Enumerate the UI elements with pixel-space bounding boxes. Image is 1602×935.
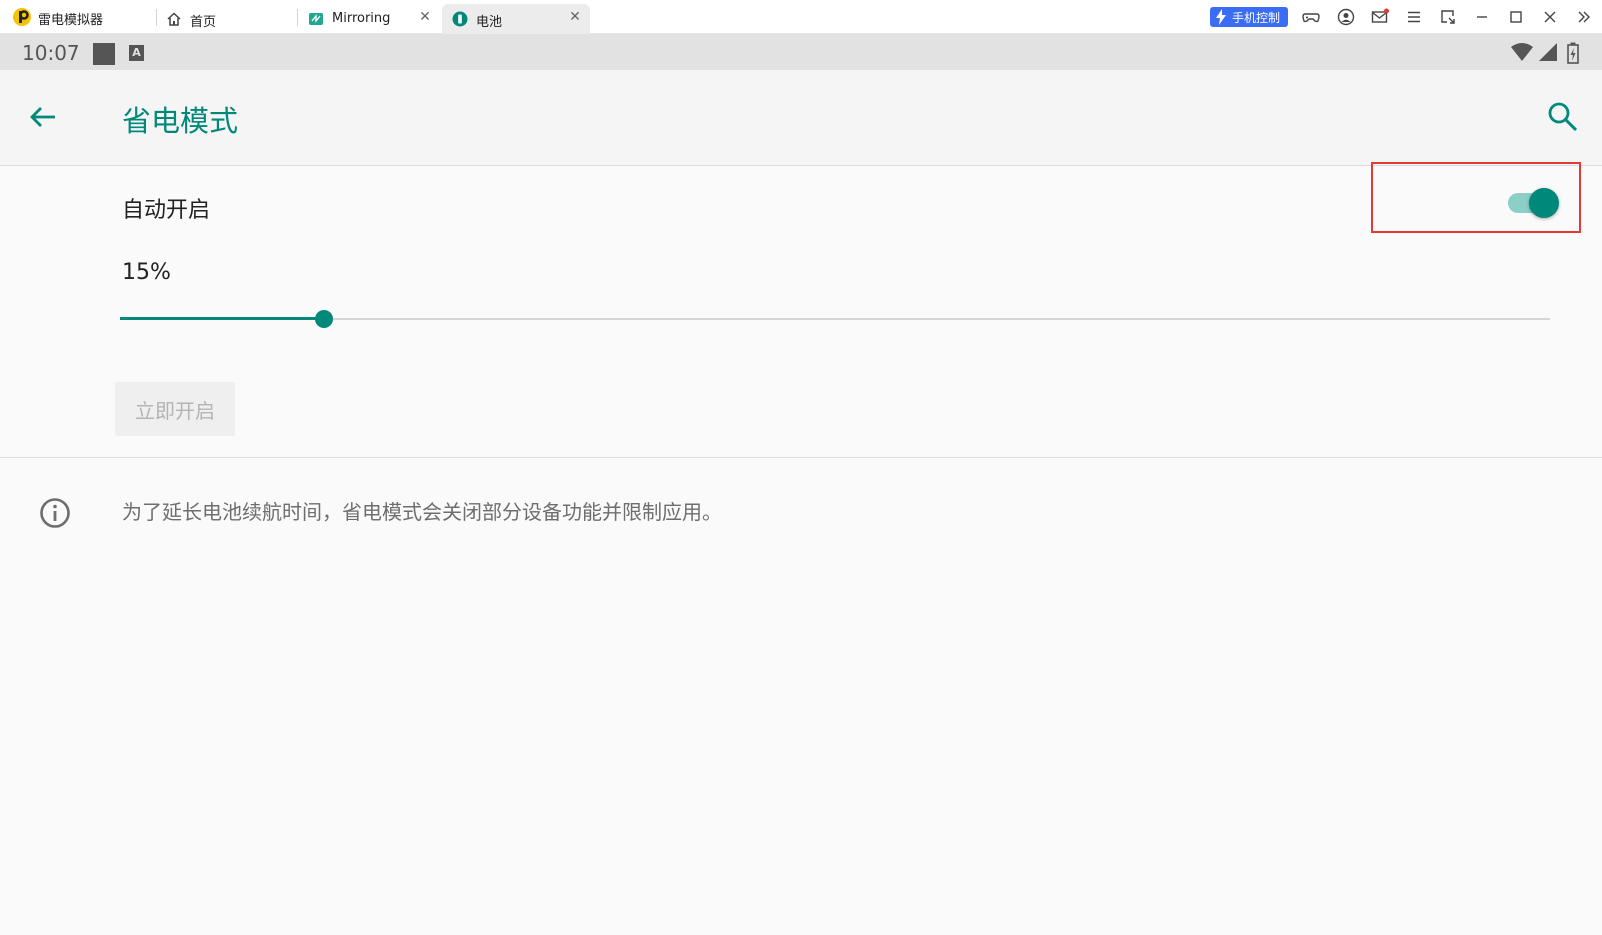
battery-charging-icon xyxy=(1567,42,1579,64)
info-icon xyxy=(40,498,70,528)
maximize-icon[interactable] xyxy=(1507,8,1525,26)
info-description: 为了延长电池续航时间，省电模式会关闭部分设备功能并限制应用。 xyxy=(122,500,722,524)
mail-icon[interactable] xyxy=(1371,8,1389,26)
close-window-icon[interactable] xyxy=(1541,8,1559,26)
tab-battery[interactable]: 电池 ✕ xyxy=(442,4,590,34)
tab-home[interactable]: 首页 xyxy=(156,4,296,34)
app-name: 雷电模拟器 xyxy=(38,13,104,28)
section-divider xyxy=(0,457,1602,458)
status-time: 10:07 xyxy=(22,41,80,65)
back-arrow-icon[interactable] xyxy=(26,100,60,134)
settings-app-bar: 省电模式 xyxy=(0,70,1602,166)
emulator-title-bar: 雷电模拟器 首页 Mirroring ✕ 电池 ✕ 手机控制 xyxy=(0,0,1602,34)
page-title: 省电模式 xyxy=(122,104,239,138)
gamepad-icon[interactable] xyxy=(1302,8,1320,26)
expand-sidebar-icon[interactable] xyxy=(1575,8,1593,26)
slider-rail xyxy=(120,318,1550,320)
switch-thumb xyxy=(1529,188,1559,218)
notification-square-icon xyxy=(93,43,115,65)
ldplayer-logo-icon xyxy=(13,8,31,26)
tab-mirroring-label: Mirroring xyxy=(332,11,391,26)
slider-knob[interactable] xyxy=(315,310,334,328)
tab-home-label: 首页 xyxy=(190,15,217,30)
slider-fill xyxy=(120,317,325,320)
notification-letter-icon: A xyxy=(129,45,144,61)
home-icon xyxy=(167,12,181,26)
auto-turn-on-label: 自动开启 xyxy=(122,198,211,223)
user-account-icon[interactable] xyxy=(1337,8,1355,26)
search-icon[interactable] xyxy=(1546,100,1580,134)
turn-on-now-button[interactable]: 立即开启 xyxy=(115,382,235,436)
mirroring-app-icon xyxy=(309,13,323,25)
tab-mirroring-close-icon[interactable]: ✕ xyxy=(418,9,432,27)
wifi-icon xyxy=(1511,43,1533,61)
phone-control-label: 手机控制 xyxy=(1232,11,1281,25)
tab-battery-label: 电池 xyxy=(476,15,503,30)
mini-window-icon[interactable] xyxy=(1439,8,1457,26)
phone-control-button[interactable]: 手机控制 xyxy=(1210,7,1288,27)
tab-mirroring[interactable]: Mirroring ✕ xyxy=(298,4,440,34)
android-status-bar: 10:07 A xyxy=(0,34,1602,70)
lightning-icon xyxy=(1216,9,1226,25)
minimize-icon[interactable] xyxy=(1473,8,1491,26)
battery-saver-settings: 自动开启 15% 立即开启 为了延长电池续航时间，省电模式会关闭部分设备功能并限… xyxy=(0,162,1602,935)
tab-battery-close-icon[interactable]: ✕ xyxy=(568,9,582,27)
threshold-slider[interactable] xyxy=(120,308,1550,330)
menu-icon[interactable] xyxy=(1405,8,1423,26)
battery-app-icon xyxy=(452,11,468,27)
threshold-percent-label: 15% xyxy=(122,260,171,285)
cellular-signal-icon xyxy=(1539,43,1557,61)
auto-turn-on-switch[interactable] xyxy=(1508,186,1560,218)
